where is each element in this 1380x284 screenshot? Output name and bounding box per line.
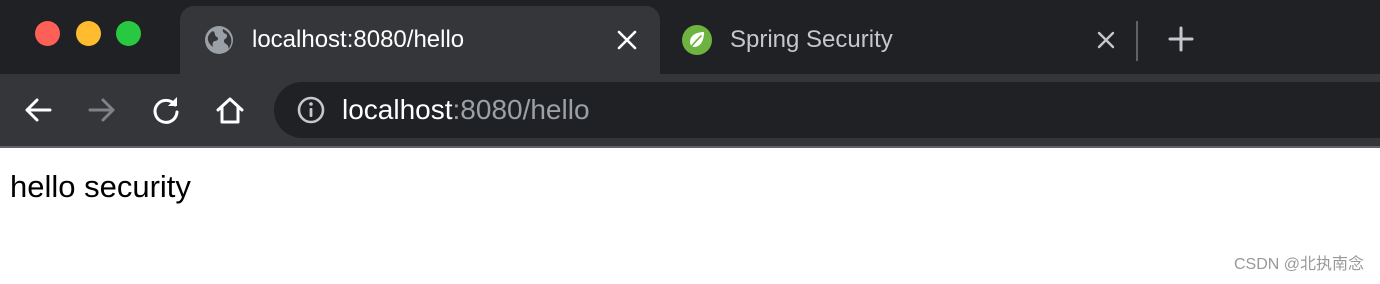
close-icon[interactable] bbox=[1094, 28, 1118, 52]
url-host: localhost bbox=[342, 94, 453, 125]
info-icon[interactable] bbox=[296, 95, 326, 125]
tab-title: localhost:8080/hello bbox=[252, 26, 465, 53]
address-bar[interactable]: localhost:8080/hello bbox=[274, 82, 1380, 138]
url-text[interactable]: localhost:8080/hello bbox=[342, 92, 590, 128]
tab-spring-security[interactable]: Spring Security bbox=[660, 6, 1140, 74]
spring-leaf-icon bbox=[682, 25, 712, 55]
globe-icon bbox=[205, 26, 233, 54]
forward-icon[interactable] bbox=[86, 94, 118, 126]
page-body-text: hello security bbox=[10, 169, 191, 204]
close-icon[interactable] bbox=[615, 28, 639, 52]
back-icon[interactable] bbox=[22, 94, 54, 126]
tab-divider bbox=[1136, 21, 1138, 61]
window-minimize-button[interactable] bbox=[76, 21, 101, 46]
window-maximize-button[interactable] bbox=[116, 21, 141, 46]
new-tab-plus-icon[interactable] bbox=[1166, 24, 1196, 54]
page-content: hello security CSDN @北执南念 bbox=[0, 148, 1380, 284]
url-path: :8080/hello bbox=[452, 94, 590, 125]
tab-localhost-hello[interactable]: localhost:8080/hello bbox=[180, 6, 660, 74]
watermark: CSDN @北执南念 bbox=[1233, 256, 1364, 273]
browser-window: localhost:8080/hello Spring Security loc… bbox=[0, 0, 1380, 284]
window-close-button[interactable] bbox=[35, 21, 60, 46]
tab-title: Spring Security bbox=[730, 26, 893, 53]
reload-icon[interactable] bbox=[150, 94, 182, 126]
tab-strip: localhost:8080/hello Spring Security bbox=[0, 0, 1380, 74]
toolbar: localhost:8080/hello bbox=[0, 74, 1380, 146]
home-icon[interactable] bbox=[214, 94, 246, 126]
